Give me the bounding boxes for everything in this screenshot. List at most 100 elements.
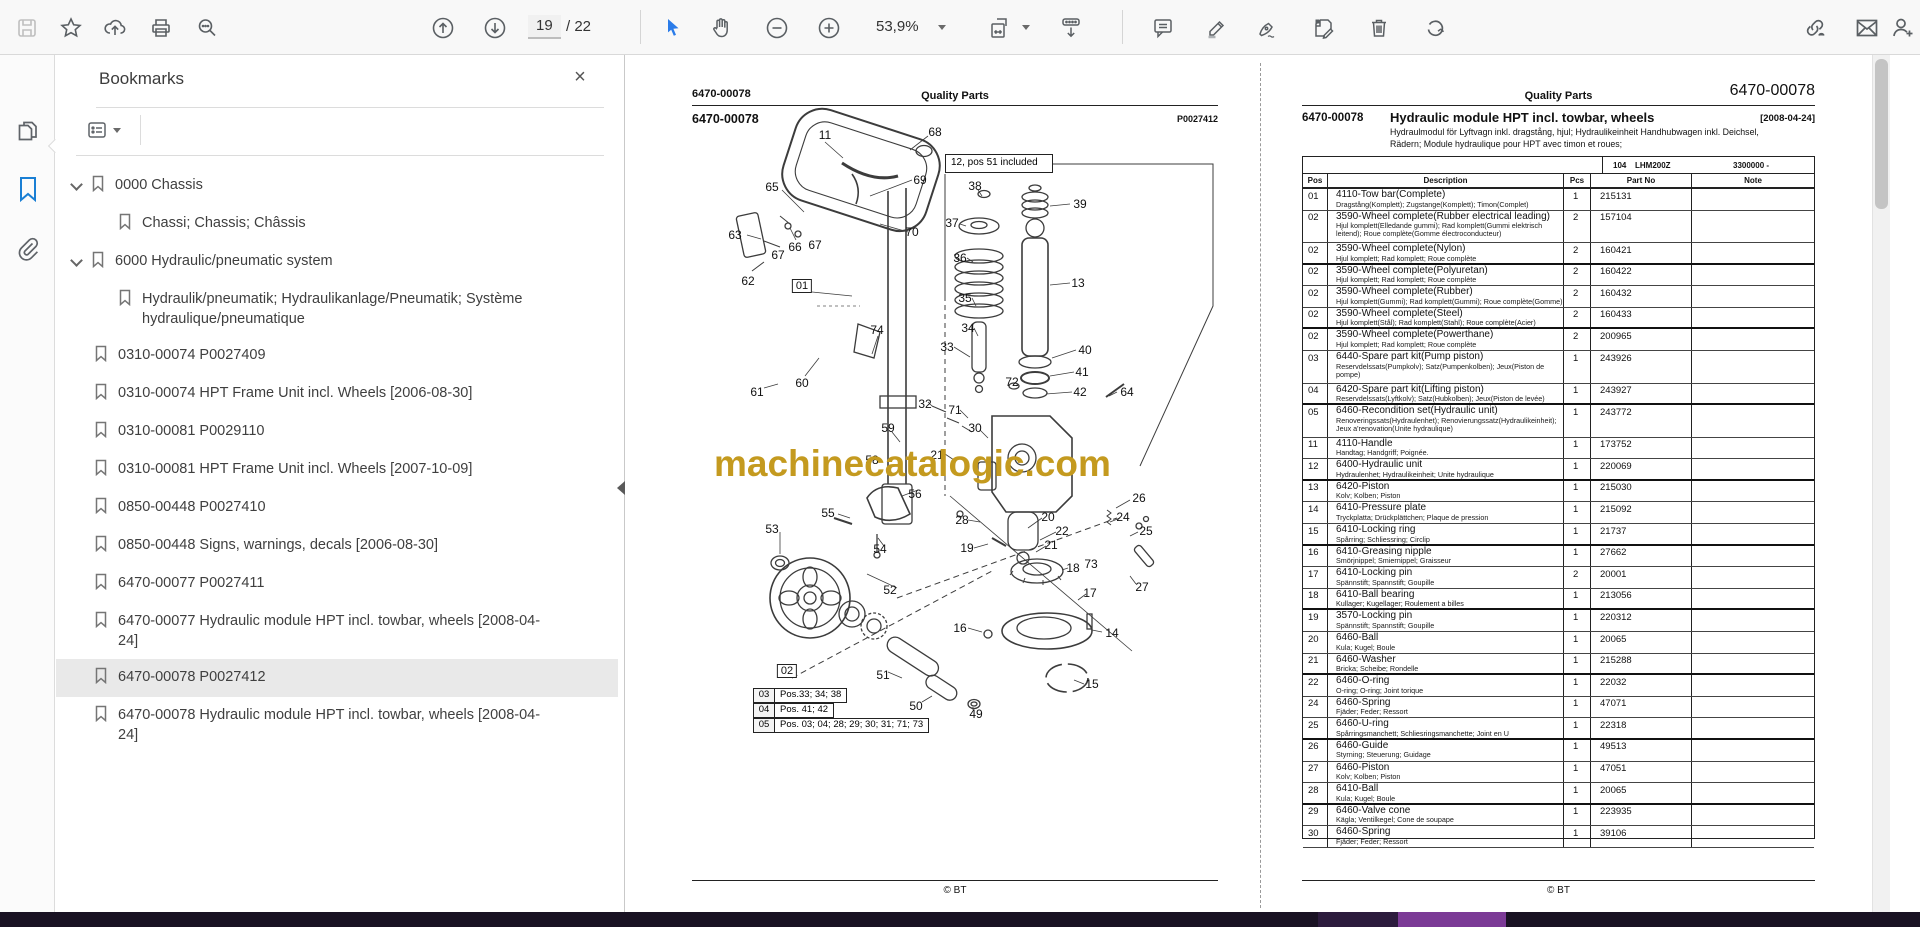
cell-description: 6410-Locking pin Spännstift; Spannstift; … <box>1328 567 1564 588</box>
cell-pos: 27 <box>1303 761 1328 783</box>
bookmark-item[interactable]: 0310-00074 P0027409 <box>56 337 618 375</box>
scroll-mode-button[interactable] <box>1056 14 1086 42</box>
cell-pcs: 1 <box>1564 545 1591 567</box>
cell-part-no: 21737 <box>1591 524 1692 544</box>
cell-part-no: 160422 <box>1591 264 1692 286</box>
zoom-dropdown-caret[interactable] <box>938 25 946 30</box>
bookmark-item[interactable]: 0310-00081 HPT Frame Unit incl. Wheels [… <box>56 451 618 489</box>
cell-description: 6460-Piston Kolv; Kolben; Piston <box>1328 761 1564 783</box>
delete-button[interactable] <box>1364 14 1394 42</box>
hand-tool-button[interactable] <box>706 14 736 42</box>
legend-row: 03 Pos.33; 34; 38 <box>753 688 929 703</box>
add-person-button[interactable] <box>1888 14 1918 42</box>
chevron-down-icon[interactable] <box>70 254 83 267</box>
bookmark-ribbon-icon <box>94 705 108 727</box>
printer-icon <box>152 19 170 37</box>
bookmark-item[interactable]: 0310-00081 P0029110 <box>56 413 618 451</box>
legend-pos: 04 <box>753 703 775 718</box>
diagram-callout: 28 <box>955 513 969 527</box>
cell-part-no: 173752 <box>1591 437 1692 459</box>
minus-circle-icon <box>766 17 788 39</box>
cell-description: 6400-Hydraulic unit Hydraulenhet; Hydraul… <box>1328 459 1564 479</box>
bookmark-item[interactable]: 6000 Hydraulic/pneumatic system <box>56 243 618 281</box>
trash-icon <box>1372 19 1386 37</box>
zoom-out-button[interactable] <box>762 14 792 42</box>
bookmark-item[interactable]: 0000 Chassis <box>56 167 618 205</box>
footer-rule <box>1302 880 1815 881</box>
collapse-panel-button[interactable] <box>617 481 625 495</box>
bookmark-item[interactable]: 0310-00074 HPT Frame Unit incl. Wheels [… <box>56 375 618 413</box>
search-button[interactable] <box>192 14 222 42</box>
previous-page-button[interactable] <box>428 14 458 42</box>
zoom-in-button[interactable] <box>814 14 844 42</box>
bookmark-item[interactable]: 6470-00078 P0027412 <box>56 659 618 697</box>
diagram-callout: 67 <box>808 238 822 252</box>
cell-description: 3590-Wheel complete(Steel) Hjul komplett(… <box>1328 307 1564 328</box>
save-button[interactable] <box>12 14 42 42</box>
bookmark-ribbon-icon <box>94 459 108 481</box>
diagram-callout: 61 <box>750 385 764 399</box>
bookmark-item[interactable]: Chassi; Chassis; Châssis <box>56 205 618 243</box>
highlight-button[interactable] <box>1202 14 1232 42</box>
page-thumbnails-button[interactable] <box>14 117 42 145</box>
bookmark-item[interactable]: 0850-00448 P0027410 <box>56 489 618 527</box>
fit-dropdown-caret[interactable] <box>1022 25 1030 30</box>
share-link-button[interactable] <box>1800 14 1830 42</box>
comment-button[interactable] <box>1148 14 1178 42</box>
cell-pcs: 1 <box>1564 588 1591 609</box>
next-page-button[interactable] <box>480 14 510 42</box>
cell-pos: 02 <box>1303 210 1328 243</box>
cell-part-no: 213056 <box>1591 588 1692 609</box>
fit-width-button[interactable] <box>986 14 1016 42</box>
bookmark-item[interactable]: Hydraulik/pneumatik; Hydraulikanlage/Pne… <box>56 281 618 337</box>
cell-note <box>1692 405 1814 437</box>
cell-part-no: 20065 <box>1591 783 1692 803</box>
chevron-down-icon[interactable] <box>70 178 83 191</box>
zoom-level-value[interactable]: 53,9% <box>876 18 919 35</box>
bookmark-ribbon-icon <box>94 535 108 557</box>
bookmark-item[interactable]: 6470-00077 P0027411 <box>56 565 618 603</box>
vertical-scrollbar[interactable] <box>1872 55 1890 912</box>
options-caret-icon <box>113 127 121 133</box>
bookmark-item[interactable]: 6470-00078 Hydraulic module HPT incl. to… <box>56 697 618 753</box>
scrollbar-thumb[interactable] <box>1875 59 1888 209</box>
select-tool-button[interactable] <box>658 14 688 42</box>
diagram-callout: 41 <box>1075 365 1089 379</box>
cell-part-no: 215030 <box>1591 480 1692 502</box>
cell-part-no: 223935 <box>1591 804 1692 826</box>
cell-description: 3570-Locking pin Spännstift; Spannstift; … <box>1328 610 1564 631</box>
cell-note <box>1692 524 1814 544</box>
fill-sign-button[interactable] <box>1308 14 1338 42</box>
machine-row: 104 LHM200Z 3300000 - <box>1303 157 1814 174</box>
bookmarks-panel-button[interactable] <box>14 175 42 203</box>
document-area[interactable]: 6470-00078 Quality Parts 6470-00078 P002… <box>626 55 1872 912</box>
cell-pos: 13 <box>1303 480 1328 502</box>
cell-part-no: 157104 <box>1591 210 1692 243</box>
star-button[interactable] <box>56 14 86 42</box>
rotate-button[interactable] <box>1420 14 1450 42</box>
diagram-callout: 40 <box>1078 343 1092 357</box>
cell-part-no: 39106 <box>1591 826 1692 847</box>
close-panel-button[interactable]: × <box>568 65 592 89</box>
toolbar: 19 / 22 53,9% <box>0 0 1920 55</box>
pages-icon <box>18 121 37 141</box>
cell-part-no: 215092 <box>1591 502 1692 524</box>
bookmark-item[interactable]: 6470-00077 Hydraulic module HPT incl. to… <box>56 603 618 659</box>
cell-pcs: 2 <box>1564 286 1591 307</box>
attachments-button[interactable] <box>14 235 42 263</box>
cell-part-no: 22318 <box>1591 718 1692 738</box>
side-rail <box>0 55 55 912</box>
bookmark-options-button[interactable] <box>86 117 128 143</box>
bookmark-label: 6470-00077 P0027411 <box>118 575 265 591</box>
bookmark-item[interactable]: 0850-00448 Signs, warnings, decals [2006… <box>56 527 618 565</box>
share-upload-button[interactable] <box>100 14 130 42</box>
fit-width-icon <box>991 18 1007 38</box>
sign-button[interactable] <box>1252 14 1282 42</box>
email-button[interactable] <box>1852 14 1882 42</box>
divider <box>140 115 141 145</box>
print-button[interactable] <box>146 14 176 42</box>
table-row: 29 6460-Valve cone Kägla; Ventilkegel; Con… <box>1303 804 1814 827</box>
page-number-input[interactable]: 19 <box>528 15 561 39</box>
cell-note <box>1692 459 1814 479</box>
cell-note <box>1692 502 1814 523</box>
